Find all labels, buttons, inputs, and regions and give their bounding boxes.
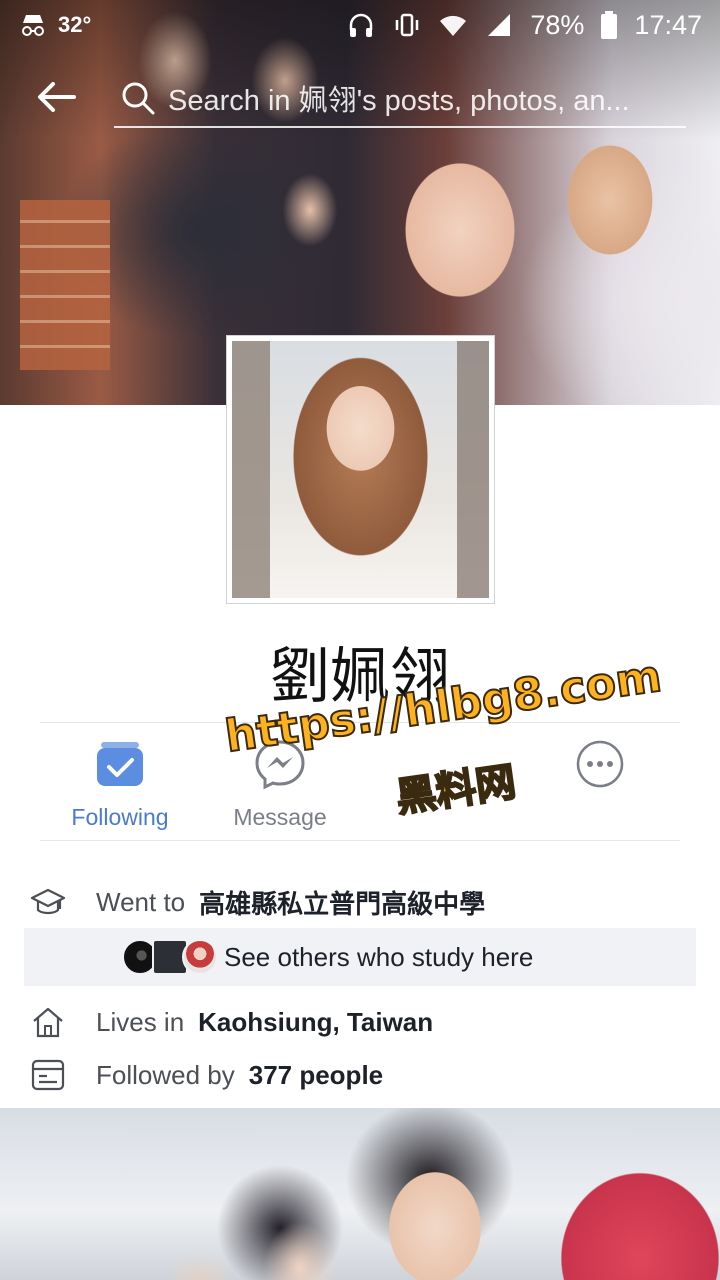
followers-icon — [31, 1059, 65, 1091]
featured-photo[interactable] — [0, 1108, 720, 1280]
followers-row[interactable]: Followed by 377 people — [30, 1057, 700, 1093]
education-row[interactable]: Went to 高雄縣私立普門高級中學 — [30, 884, 700, 921]
home-icon — [33, 1007, 63, 1038]
message-label: Message — [233, 804, 327, 830]
search-input[interactable]: Search in 姵翎's posts, photos, an... — [114, 70, 686, 128]
following-check-icon — [97, 742, 143, 786]
search-placeholder: Search in 姵翎's posts, photos, an... — [168, 85, 630, 117]
search-header: Search in 姵翎's posts, photos, an... — [0, 62, 720, 132]
vibrate-icon — [396, 13, 419, 37]
followed-prefix: Followed by — [96, 1059, 235, 1090]
lives-place[interactable]: Kaohsiung, Taiwan — [198, 1007, 433, 1038]
more-options-icon — [576, 740, 624, 788]
classmate-avatars — [122, 939, 218, 975]
followed-count[interactable]: 377 people — [249, 1060, 383, 1091]
education-prefix: Went to — [96, 887, 186, 917]
see-others-label: See others who study here — [224, 941, 534, 972]
clock: 17:47 — [634, 9, 702, 40]
status-bar: 32° 78% 17:47 — [0, 0, 720, 50]
following-label: Following — [71, 804, 169, 830]
see-others-banner[interactable]: See others who study here — [24, 928, 696, 986]
divider — [40, 840, 680, 841]
following-button[interactable]: Following — [40, 724, 200, 840]
headphones-icon — [350, 13, 373, 37]
temperature-text: 32° — [58, 12, 92, 37]
more-button[interactable] — [520, 724, 680, 840]
cover-photo-detail — [20, 200, 110, 370]
lives-in-row[interactable]: Lives in Kaohsiung, Taiwan — [30, 1004, 700, 1040]
lives-prefix: Lives in — [96, 1006, 185, 1037]
profile-picture-image — [232, 341, 489, 598]
battery-icon — [601, 11, 618, 39]
search-icon — [122, 82, 155, 115]
graduation-cap-icon — [30, 888, 66, 914]
education-school[interactable]: 高雄縣私立普門高級中學 — [199, 884, 485, 921]
signal-icon — [488, 14, 511, 36]
profile-picture[interactable] — [226, 335, 495, 604]
battery-percent: 78% — [530, 9, 585, 40]
avatar — [182, 939, 218, 975]
back-arrow-icon[interactable] — [36, 80, 76, 114]
wifi-icon — [440, 15, 467, 36]
incognito-icon — [22, 15, 44, 36]
